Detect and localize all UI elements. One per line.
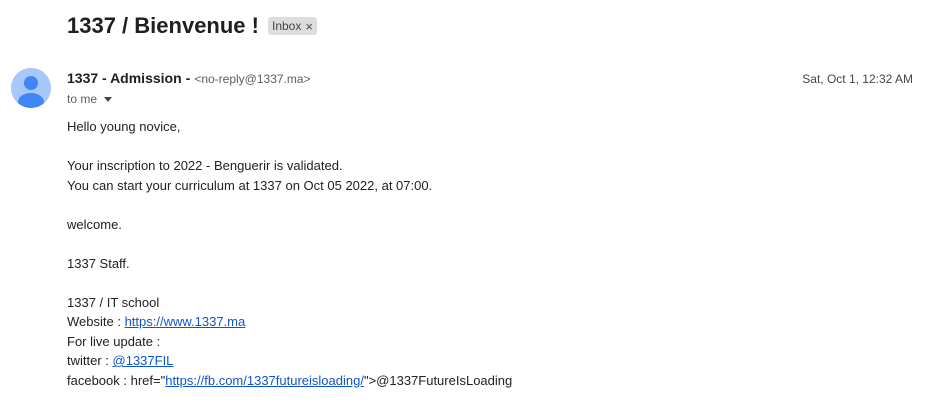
inbox-label-chip[interactable]: Inbox × bbox=[267, 17, 317, 35]
close-icon[interactable]: × bbox=[305, 20, 313, 33]
inbox-label-text: Inbox bbox=[271, 19, 302, 33]
body-facebook-line: facebook : href="https://fb.com/1337futu… bbox=[67, 371, 907, 391]
sender-name[interactable]: 1337 - Admission bbox=[67, 70, 182, 86]
sender-avatar[interactable] bbox=[11, 68, 51, 108]
email-subject: 1337 / Bienvenue ! bbox=[67, 13, 259, 38]
body-org: 1337 / IT school bbox=[67, 294, 160, 310]
twitter-link[interactable]: @1337FIL bbox=[113, 353, 174, 368]
body-website-line: Website : https://www.1337.ma bbox=[67, 312, 907, 332]
sender-separator: - bbox=[185, 70, 191, 86]
sender-email: <no-reply@1337.ma> bbox=[194, 72, 311, 86]
body-greeting: Hello young novice, bbox=[67, 119, 181, 134]
subject-row: 1337 / Bienvenue ! Inbox × bbox=[67, 12, 317, 40]
sender-row: 1337 - Admission - <no-reply@1337.ma> bbox=[67, 70, 311, 86]
body-start-info: You can start your curriculum at 1337 on… bbox=[67, 177, 433, 193]
person-avatar-icon bbox=[11, 68, 51, 108]
facebook-link[interactable]: https://fb.com/1337futureisloading/ bbox=[165, 373, 364, 388]
body-validation: Your inscription to 2022 - Benguerir is … bbox=[67, 158, 343, 173]
caret-down-icon[interactable] bbox=[104, 96, 113, 102]
recipient-row[interactable]: to me bbox=[67, 92, 113, 106]
recipient-text: to me bbox=[67, 92, 98, 106]
email-view: 1337 / Bienvenue ! Inbox × 1337 - Admiss… bbox=[0, 0, 928, 409]
body-welcome: welcome. bbox=[67, 216, 122, 232]
body-signoff: 1337 Staff. bbox=[67, 255, 130, 271]
facebook-suffix: ">@1337FutureIsLoading bbox=[363, 372, 513, 388]
twitter-label: twitter : bbox=[67, 353, 113, 368]
facebook-label: facebook : href=" bbox=[67, 372, 166, 388]
website-link[interactable]: https://www.1337.ma bbox=[125, 314, 246, 329]
body-twitter-line: twitter : @1337FIL bbox=[67, 351, 907, 371]
body-live-update: For live update : bbox=[67, 333, 161, 349]
email-timestamp: Sat, Oct 1, 12:32 AM bbox=[802, 72, 913, 86]
website-label: Website : bbox=[67, 314, 125, 329]
email-body: Hello young novice, Your inscription to … bbox=[67, 117, 907, 390]
